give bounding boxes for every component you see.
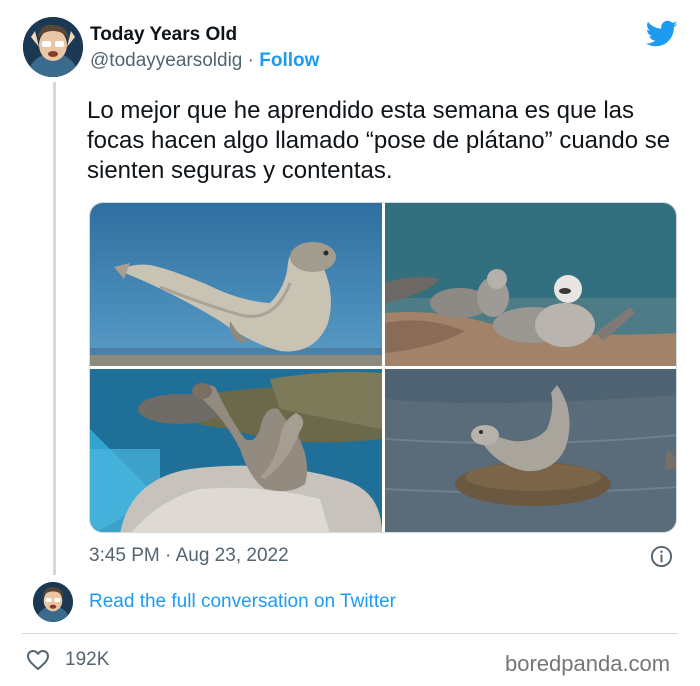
media-grid [89, 202, 677, 533]
divider [22, 633, 678, 634]
tweet-timestamp[interactable]: 3:45 PM · Aug 23, 2022 [89, 545, 289, 567]
author-handle-row: @todayyearsoldig · Follow [90, 50, 319, 72]
author-name[interactable]: Today Years Old [90, 24, 237, 46]
thread-line [53, 82, 56, 575]
twitter-bird-icon[interactable] [646, 20, 678, 48]
media-image-seal-on-rock-in-water[interactable] [385, 369, 676, 532]
follow-button[interactable]: Follow [259, 50, 319, 71]
conversation-avatar[interactable] [33, 582, 73, 622]
tweet-text: Lo mejor que he aprendido esta semana es… [87, 97, 671, 184]
like-count: 192K [65, 649, 110, 670]
media-image-seals-group-rocks[interactable] [385, 203, 676, 366]
read-conversation-link[interactable]: Read the full conversation on Twitter [89, 591, 396, 613]
handle-separator: · [242, 50, 260, 71]
author-avatar[interactable] [23, 17, 83, 77]
media-image-seals-on-rock-water[interactable] [90, 369, 382, 532]
author-handle[interactable]: @todayyearsoldig [90, 50, 242, 71]
heart-icon[interactable] [26, 649, 50, 671]
media-image-seal-banana-pose-beach[interactable] [90, 203, 382, 366]
watermark: boredpanda.com [505, 651, 671, 676]
info-icon[interactable] [650, 545, 673, 568]
